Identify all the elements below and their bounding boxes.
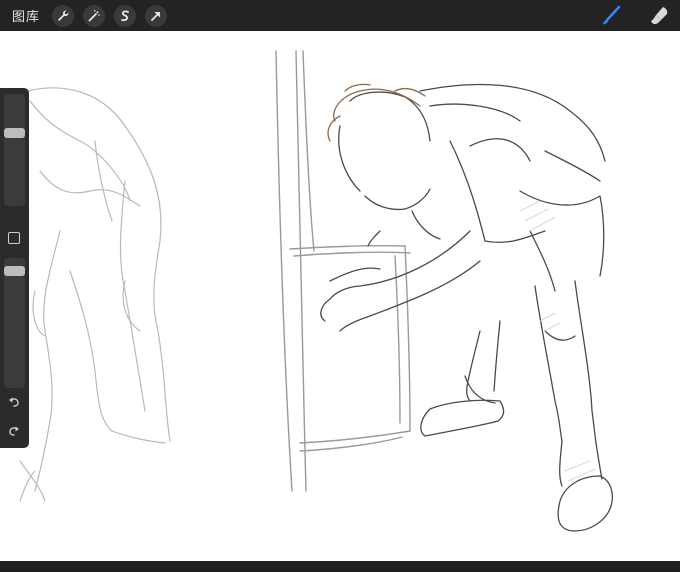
- brush-icon: [603, 5, 621, 25]
- bottom-edge: [0, 561, 680, 572]
- gallery-button[interactable]: 图库: [12, 6, 40, 25]
- actions-button[interactable]: [52, 4, 75, 27]
- opacity-thumb[interactable]: [4, 266, 25, 276]
- smudge-button[interactable]: [646, 3, 672, 29]
- smudge-icon: [651, 7, 668, 25]
- left-sidebar: [0, 88, 29, 448]
- door-frame-sketch: [275, 50, 411, 492]
- brush-size-slider[interactable]: [4, 94, 25, 206]
- left-figure-sketch: [19, 87, 171, 502]
- hair-sketch: [327, 83, 426, 142]
- redo-icon: [9, 426, 19, 436]
- main-figure-sketch: [320, 83, 613, 532]
- redo-button[interactable]: [6, 423, 22, 439]
- opacity-slider[interactable]: [4, 258, 25, 388]
- wrench-icon: [58, 9, 69, 21]
- undo-icon: [9, 397, 19, 407]
- transform-arrow-icon: [151, 11, 161, 21]
- drawing-canvas[interactable]: [0, 31, 680, 561]
- transform-button[interactable]: [145, 4, 168, 27]
- brush-button[interactable]: [598, 3, 624, 29]
- selection-icon: [121, 10, 129, 21]
- adjustments-button[interactable]: [83, 4, 106, 27]
- top-toolbar: 图库: [0, 0, 680, 31]
- magic-wand-icon: [88, 9, 100, 21]
- modify-button[interactable]: [8, 232, 20, 244]
- undo-button[interactable]: [6, 394, 22, 410]
- brush-size-thumb[interactable]: [4, 128, 25, 138]
- selection-button[interactable]: [114, 4, 137, 27]
- pencil-sketch: [19, 50, 613, 532]
